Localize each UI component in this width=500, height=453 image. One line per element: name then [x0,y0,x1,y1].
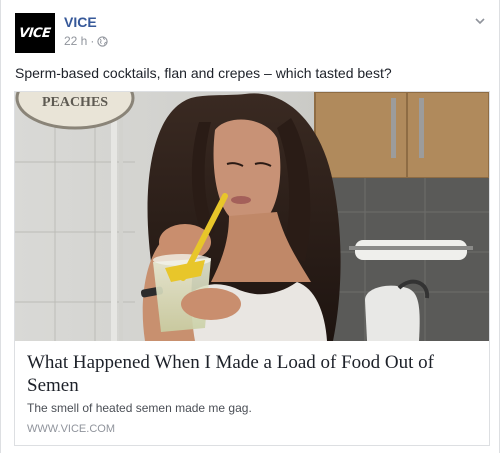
post-timestamp[interactable]: 22 h [64,34,87,48]
link-description: The smell of heated semen made me gag. [27,401,252,415]
link-preview-image[interactable]: PEACHES [15,92,489,341]
meta-separator: · [90,34,95,48]
page-avatar[interactable]: VICE [15,13,55,53]
link-preview-card[interactable]: PEACHES What Happened When I Made a Load… [14,91,490,446]
link-domain: WWW.VICE.COM [27,423,115,435]
post-meta: 22 h · [64,34,109,48]
link-title[interactable]: What Happened When I Made a Load of Food… [27,351,479,397]
page-name-link[interactable]: VICE [64,14,97,30]
chevron-down-icon[interactable] [473,14,487,28]
post-caption: Sperm-based cocktails, flan and crepes –… [15,65,392,81]
facebook-post: VICE VICE 22 h · Sperm-based cocktails, … [0,0,500,453]
globe-icon[interactable] [97,35,109,47]
avatar-logo-text: VICE [18,25,52,41]
image-sign-text: PEACHES [42,95,108,110]
